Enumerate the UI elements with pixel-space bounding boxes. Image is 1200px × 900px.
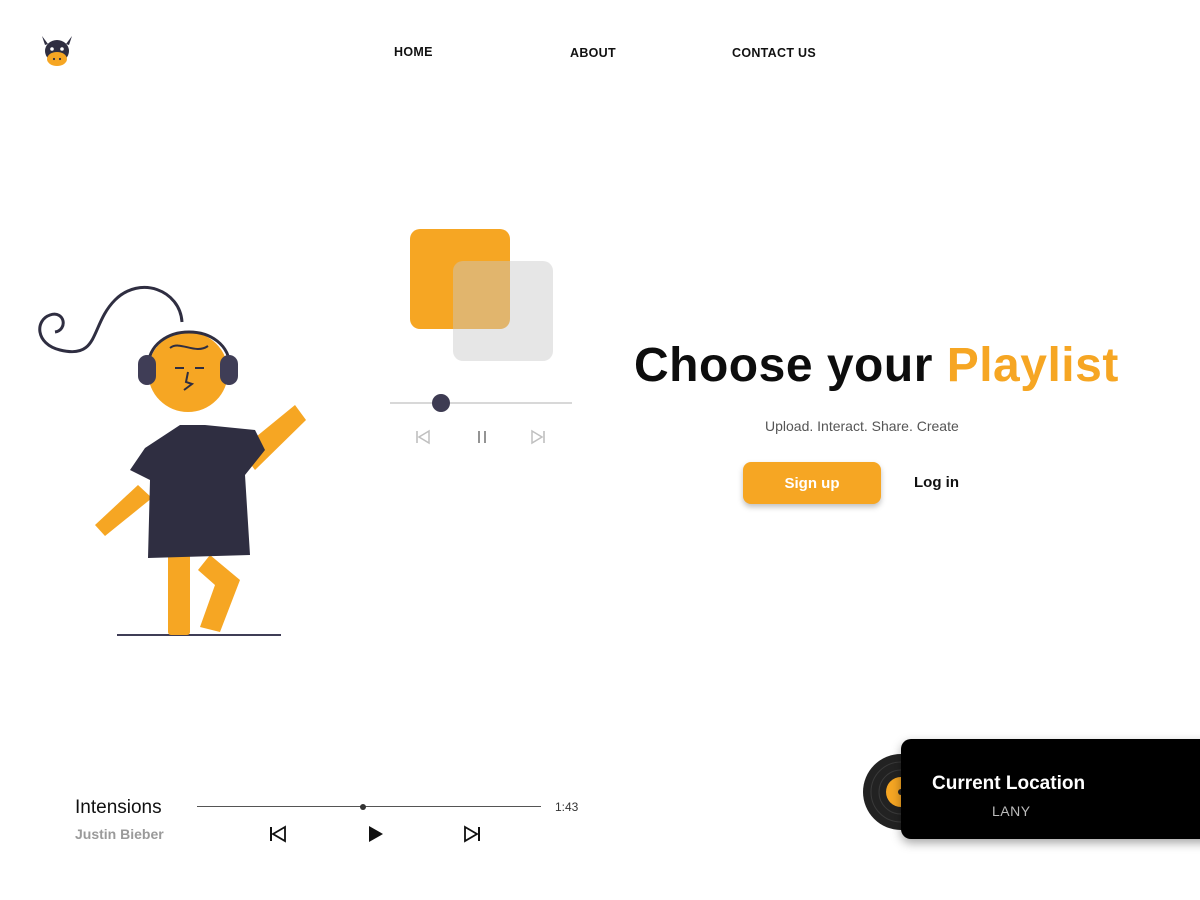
player-progress-track[interactable]: [197, 806, 541, 807]
person-with-headphones-illustration: [38, 285, 306, 636]
nav-about[interactable]: ABOUT: [570, 46, 616, 60]
album-art-back: [453, 261, 553, 361]
skip-forward-icon[interactable]: [529, 429, 547, 445]
skip-forward-icon[interactable]: [462, 825, 482, 843]
nav-home[interactable]: HOME: [394, 45, 433, 59]
login-button[interactable]: Log in: [914, 474, 959, 491]
nav-contact-us[interactable]: CONTACT US: [732, 46, 816, 60]
hero-title-main: Choose your: [634, 339, 947, 392]
now-playing-artist: LANY: [992, 803, 1031, 819]
now-playing-title: Current Location: [932, 773, 1086, 794]
song-artist: Justin Bieber: [75, 826, 164, 842]
play-icon[interactable]: [366, 824, 386, 844]
signup-button[interactable]: Sign up: [743, 462, 881, 504]
hero-title: Choose your Playlist: [634, 338, 1119, 393]
song-title: Intensions: [75, 797, 162, 818]
player-time: 1:43: [555, 800, 579, 814]
mini-progress-knob[interactable]: [432, 394, 450, 412]
skip-back-icon[interactable]: [414, 429, 432, 445]
cow-logo-icon[interactable]: [38, 32, 76, 70]
hero-title-accent: Playlist: [946, 339, 1119, 392]
pause-icon[interactable]: [474, 429, 490, 445]
player-progress-knob[interactable]: [360, 804, 366, 810]
mini-progress-track[interactable]: [390, 402, 572, 404]
hero-subtitle: Upload. Interact. Share. Create: [765, 418, 959, 434]
skip-back-icon[interactable]: [268, 825, 288, 843]
